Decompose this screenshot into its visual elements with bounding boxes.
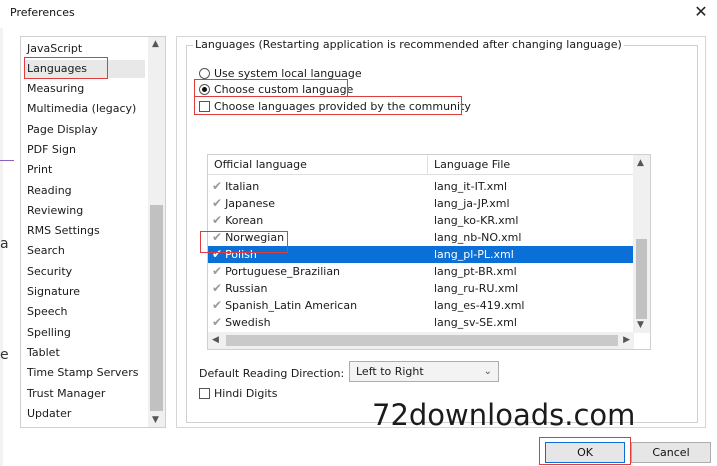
language-file: lang_es-419.xml <box>434 299 525 312</box>
sidebar-item-spelling[interactable]: Spelling <box>27 324 71 342</box>
language-name: Portuguese_Brazilian <box>225 265 341 278</box>
sidebar-item-page-display[interactable]: Page Display <box>27 121 98 139</box>
checkmark-icon: ✔ <box>212 179 223 193</box>
reading-direction-label: Default Reading Direction: <box>199 367 345 380</box>
column-header-official-language[interactable]: Official language <box>208 155 428 175</box>
checkmark-icon: ✔ <box>212 298 223 312</box>
scroll-down-icon[interactable]: ▼ <box>152 415 159 425</box>
category-scroll-thumb[interactable] <box>150 205 163 411</box>
sidebar-item-pdf-sign[interactable]: PDF Sign <box>27 141 76 159</box>
table-vscroll-thumb[interactable] <box>636 239 647 319</box>
table-row[interactable]: ✔ Portuguese_Brazilian lang_pt-BR.xml <box>208 263 634 280</box>
language-name: Italian <box>225 180 260 193</box>
language-name: Korean <box>225 214 264 227</box>
sidebar-item-security[interactable]: Security <box>27 263 72 281</box>
table-row[interactable]: ✔ Korean lang_ko-KR.xml <box>208 212 634 229</box>
window-title: Preferences <box>10 6 75 19</box>
language-file: lang_sv-SE.xml <box>434 316 517 329</box>
sidebar-item-print[interactable]: Print <box>27 161 52 179</box>
scroll-up-icon[interactable]: ▲ <box>637 158 644 168</box>
table-vertical-scrollbar[interactable]: ▲ ▼ <box>633 155 650 333</box>
language-file: lang_it-IT.xml <box>434 180 508 193</box>
language-name: Japanese <box>225 197 276 210</box>
sidebar-item-multimedia[interactable]: Multimedia (legacy) <box>27 100 136 118</box>
background-window-accent <box>0 160 14 161</box>
sidebar-item-search[interactable]: Search <box>27 242 65 260</box>
title-bar: Preferences ✕ <box>0 0 717 28</box>
category-list[interactable]: JavaScript Languages Measuring Multimedi… <box>20 36 166 428</box>
language-name: Spanish_Latin American <box>225 299 358 312</box>
language-file: lang_pt-BR.xml <box>434 265 517 278</box>
table-row[interactable]: ✔ Italian lang_it-IT.xml <box>208 178 634 195</box>
language-file: lang_ko-KR.xml <box>434 214 519 227</box>
chevron-down-icon: ⌄ <box>483 366 492 377</box>
checkmark-icon: ✔ <box>212 281 223 295</box>
checkmark-icon: ✔ <box>212 264 223 278</box>
sidebar-item-updater[interactable]: Updater <box>27 405 71 423</box>
sidebar-item-trust-manager[interactable]: Trust Manager <box>27 385 105 403</box>
background-window-text-a: a <box>0 236 9 252</box>
sidebar-item-speech[interactable]: Speech <box>27 303 68 321</box>
close-icon[interactable]: ✕ <box>689 0 713 24</box>
sidebar-item-measuring[interactable]: Measuring <box>27 80 84 98</box>
table-horizontal-scrollbar[interactable]: ◀ ▶ <box>208 332 634 349</box>
sidebar-item-javascript[interactable]: JavaScript <box>27 40 82 58</box>
sidebar-item-rms-settings[interactable]: RMS Settings <box>27 222 100 240</box>
watermark-text: 72downloads.com <box>372 398 636 432</box>
highlight-box-polish <box>200 231 288 253</box>
table-row[interactable]: ✔ Spanish_Latin American lang_es-419.xml <box>208 297 634 314</box>
hindi-digits-checkbox[interactable]: Hindi Digits <box>199 386 277 402</box>
background-window-text-e: e <box>0 347 9 363</box>
scroll-up-icon[interactable]: ▲ <box>152 39 159 49</box>
highlight-box-community <box>194 96 462 115</box>
table-hscroll-thumb[interactable] <box>226 335 618 346</box>
highlight-box-languages <box>24 57 108 79</box>
reading-direction-value: Left to Right <box>356 365 424 378</box>
checkmark-icon: ✔ <box>212 315 223 329</box>
table-row[interactable]: ✔ Swedish lang_sv-SE.xml <box>208 314 634 331</box>
checkmark-icon: ✔ <box>212 196 223 210</box>
column-header-language-file[interactable]: Language File <box>428 155 634 175</box>
language-file: lang_ru-RU.xml <box>434 282 519 295</box>
highlight-box-custom-language <box>194 79 348 97</box>
scroll-left-icon[interactable]: ◀ <box>212 335 219 345</box>
sidebar-item-tablet[interactable]: Tablet <box>27 344 60 362</box>
language-file: lang_pl-PL.xml <box>434 248 514 261</box>
hindi-digits-check-indicator[interactable] <box>199 388 210 399</box>
sidebar-item-time-stamp-servers[interactable]: Time Stamp Servers <box>27 364 138 382</box>
radio-system-language-indicator[interactable] <box>199 68 210 79</box>
language-name: Russian <box>225 282 268 295</box>
hindi-digits-label: Hindi Digits <box>214 387 278 400</box>
category-scrollbar[interactable]: ▲ ▼ <box>148 37 165 427</box>
sidebar-item-reading[interactable]: Reading <box>27 182 72 200</box>
scroll-down-icon[interactable]: ▼ <box>637 320 644 330</box>
language-name: Swedish <box>225 316 271 329</box>
language-file: lang_nb-NO.xml <box>434 231 522 244</box>
sidebar-item-signature[interactable]: Signature <box>27 283 80 301</box>
cancel-button[interactable]: Cancel <box>631 442 711 463</box>
sidebar-item-reviewing[interactable]: Reviewing <box>27 202 83 220</box>
language-file: lang_ja-JP.xml <box>434 197 510 210</box>
ok-button[interactable]: OK <box>545 442 625 463</box>
languages-group-legend: Languages (Restarting application is rec… <box>193 38 624 51</box>
table-row[interactable]: ✔ Russian lang_ru-RU.xml <box>208 280 634 297</box>
table-row[interactable]: ✔ Japanese lang_ja-JP.xml <box>208 195 634 212</box>
scroll-right-icon[interactable]: ▶ <box>623 335 630 345</box>
checkmark-icon: ✔ <box>212 213 223 227</box>
reading-direction-dropdown[interactable]: Left to Right ⌄ <box>349 361 499 382</box>
